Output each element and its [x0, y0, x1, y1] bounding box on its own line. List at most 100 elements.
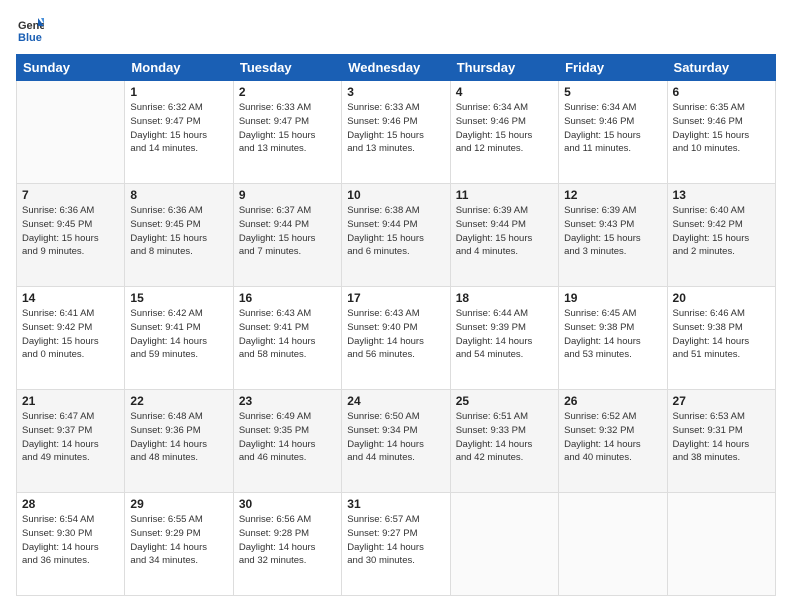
day-number: 16 [239, 291, 336, 305]
day-number: 2 [239, 85, 336, 99]
day-number: 15 [130, 291, 227, 305]
calendar-cell: 19 Sunrise: 6:45 AM Sunset: 9:38 PM Dayli… [559, 287, 667, 390]
calendar-cell: 23Sunrise: 6:49 AM Sunset: 9:35 PM Dayli… [233, 390, 341, 493]
calendar-cell [17, 81, 125, 184]
calendar-cell: 16 Sunrise: 6:43 AM Sunset: 9:41 PM Dayli… [233, 287, 341, 390]
day-number: 18 [456, 291, 553, 305]
calendar-cell: 26Sunrise: 6:52 AM Sunset: 9:32 PM Dayli… [559, 390, 667, 493]
day-number: 13 [673, 188, 770, 202]
logo-icon: General Blue [16, 16, 44, 44]
day-info: Sunrise: 6:46 AM Sunset: 9:38 PM Dayligh… [673, 307, 770, 362]
calendar-cell: 27Sunrise: 6:53 AM Sunset: 9:31 PM Dayli… [667, 390, 775, 493]
calendar-cell [450, 493, 558, 596]
day-number: 28 [22, 497, 119, 511]
day-number: 30 [239, 497, 336, 511]
day-info: Sunrise: 6:36 AM Sunset: 9:45 PM Dayligh… [22, 204, 119, 259]
weekday-header-thursday: Thursday [450, 55, 558, 81]
page: General Blue SundayMondayTuesdayWednesda… [0, 0, 792, 612]
calendar-week-row: 14Sunrise: 6:41 AM Sunset: 9:42 PM Dayli… [17, 287, 776, 390]
day-info: Sunrise: 6:44 AM Sunset: 9:39 PM Dayligh… [456, 307, 553, 362]
weekday-header-saturday: Saturday [667, 55, 775, 81]
day-info: Sunrise: 6:39 AM Sunset: 9:44 PM Dayligh… [456, 204, 553, 259]
day-number: 24 [347, 394, 444, 408]
day-info: Sunrise: 6:55 AM Sunset: 9:29 PM Dayligh… [130, 513, 227, 568]
calendar-cell: 24Sunrise: 6:50 AM Sunset: 9:34 PM Dayli… [342, 390, 450, 493]
day-number: 11 [456, 188, 553, 202]
day-number: 19 [564, 291, 661, 305]
calendar-cell: 1Sunrise: 6:32 AM Sunset: 9:47 PM Daylig… [125, 81, 233, 184]
day-number: 22 [130, 394, 227, 408]
day-info: Sunrise: 6:35 AM Sunset: 9:46 PM Dayligh… [673, 101, 770, 156]
calendar-cell: 31 Sunrise: 6:57 AM Sunset: 9:27 PM Dayli… [342, 493, 450, 596]
calendar-cell [667, 493, 775, 596]
day-number: 14 [22, 291, 119, 305]
calendar-cell: 8Sunrise: 6:36 AM Sunset: 9:45 PM Daylig… [125, 184, 233, 287]
calendar-cell: 29Sunrise: 6:55 AM Sunset: 9:29 PM Dayli… [125, 493, 233, 596]
weekday-header-sunday: Sunday [17, 55, 125, 81]
calendar-cell: 21 Sunrise: 6:47 AM Sunset: 9:37 PM Dayli… [17, 390, 125, 493]
day-number: 9 [239, 188, 336, 202]
day-info: Sunrise: 6:47 AM Sunset: 9:37 PM Dayligh… [22, 410, 119, 465]
calendar-cell: 17 Sunrise: 6:43 AM Sunset: 9:40 PM Dayli… [342, 287, 450, 390]
calendar-cell: 14Sunrise: 6:41 AM Sunset: 9:42 PM Dayli… [17, 287, 125, 390]
calendar-cell: 10 Sunrise: 6:38 AM Sunset: 9:44 PM Dayli… [342, 184, 450, 287]
day-info: Sunrise: 6:43 AM Sunset: 9:41 PM Dayligh… [239, 307, 336, 362]
day-number: 4 [456, 85, 553, 99]
calendar-cell: 2 Sunrise: 6:33 AM Sunset: 9:47 PM Daylig… [233, 81, 341, 184]
day-number: 25 [456, 394, 553, 408]
day-number: 17 [347, 291, 444, 305]
logo: General Blue [16, 16, 48, 44]
calendar-week-row: 28Sunrise: 6:54 AM Sunset: 9:30 PM Dayli… [17, 493, 776, 596]
calendar-cell: 28Sunrise: 6:54 AM Sunset: 9:30 PM Dayli… [17, 493, 125, 596]
day-number: 10 [347, 188, 444, 202]
calendar-cell: 13Sunrise: 6:40 AM Sunset: 9:42 PM Dayli… [667, 184, 775, 287]
calendar-cell: 9 Sunrise: 6:37 AM Sunset: 9:44 PM Daylig… [233, 184, 341, 287]
day-number: 21 [22, 394, 119, 408]
day-number: 6 [673, 85, 770, 99]
day-number: 1 [130, 85, 227, 99]
day-info: Sunrise: 6:45 AM Sunset: 9:38 PM Dayligh… [564, 307, 661, 362]
day-number: 8 [130, 188, 227, 202]
calendar-cell: 4Sunrise: 6:34 AM Sunset: 9:46 PM Daylig… [450, 81, 558, 184]
day-info: Sunrise: 6:52 AM Sunset: 9:32 PM Dayligh… [564, 410, 661, 465]
calendar-cell: 7 Sunrise: 6:36 AM Sunset: 9:45 PM Daylig… [17, 184, 125, 287]
svg-text:Blue: Blue [18, 32, 42, 44]
day-info: Sunrise: 6:56 AM Sunset: 9:28 PM Dayligh… [239, 513, 336, 568]
day-info: Sunrise: 6:38 AM Sunset: 9:44 PM Dayligh… [347, 204, 444, 259]
day-number: 3 [347, 85, 444, 99]
day-info: Sunrise: 6:48 AM Sunset: 9:36 PM Dayligh… [130, 410, 227, 465]
day-info: Sunrise: 6:49 AM Sunset: 9:35 PM Dayligh… [239, 410, 336, 465]
calendar-cell: 18 Sunrise: 6:44 AM Sunset: 9:39 PM Dayli… [450, 287, 558, 390]
day-info: Sunrise: 6:37 AM Sunset: 9:44 PM Dayligh… [239, 204, 336, 259]
day-info: Sunrise: 6:43 AM Sunset: 9:40 PM Dayligh… [347, 307, 444, 362]
calendar-cell: 3 Sunrise: 6:33 AM Sunset: 9:46 PM Daylig… [342, 81, 450, 184]
calendar-week-row: 21 Sunrise: 6:47 AM Sunset: 9:37 PM Dayli… [17, 390, 776, 493]
calendar-cell: 30 Sunrise: 6:56 AM Sunset: 9:28 PM Dayli… [233, 493, 341, 596]
day-info: Sunrise: 6:39 AM Sunset: 9:43 PM Dayligh… [564, 204, 661, 259]
calendar-cell: 22 Sunrise: 6:48 AM Sunset: 9:36 PM Dayli… [125, 390, 233, 493]
day-info: Sunrise: 6:34 AM Sunset: 9:46 PM Dayligh… [564, 101, 661, 156]
day-info: Sunrise: 6:57 AM Sunset: 9:27 PM Dayligh… [347, 513, 444, 568]
day-number: 7 [22, 188, 119, 202]
day-info: Sunrise: 6:53 AM Sunset: 9:31 PM Dayligh… [673, 410, 770, 465]
day-info: Sunrise: 6:42 AM Sunset: 9:41 PM Dayligh… [130, 307, 227, 362]
calendar-week-row: 1Sunrise: 6:32 AM Sunset: 9:47 PM Daylig… [17, 81, 776, 184]
weekday-header-row: SundayMondayTuesdayWednesdayThursdayFrid… [17, 55, 776, 81]
calendar-cell: 12 Sunrise: 6:39 AM Sunset: 9:43 PM Dayli… [559, 184, 667, 287]
day-info: Sunrise: 6:33 AM Sunset: 9:47 PM Dayligh… [239, 101, 336, 156]
calendar-week-row: 7 Sunrise: 6:36 AM Sunset: 9:45 PM Daylig… [17, 184, 776, 287]
weekday-header-tuesday: Tuesday [233, 55, 341, 81]
weekday-header-friday: Friday [559, 55, 667, 81]
day-number: 20 [673, 291, 770, 305]
weekday-header-monday: Monday [125, 55, 233, 81]
calendar-cell: 20 Sunrise: 6:46 AM Sunset: 9:38 PM Dayli… [667, 287, 775, 390]
day-info: Sunrise: 6:33 AM Sunset: 9:46 PM Dayligh… [347, 101, 444, 156]
calendar-cell: 11 Sunrise: 6:39 AM Sunset: 9:44 PM Dayli… [450, 184, 558, 287]
day-number: 12 [564, 188, 661, 202]
calendar-cell [559, 493, 667, 596]
weekday-header-wednesday: Wednesday [342, 55, 450, 81]
calendar-cell: 6 Sunrise: 6:35 AM Sunset: 9:46 PM Daylig… [667, 81, 775, 184]
day-number: 5 [564, 85, 661, 99]
day-info: Sunrise: 6:51 AM Sunset: 9:33 PM Dayligh… [456, 410, 553, 465]
day-number: 31 [347, 497, 444, 511]
